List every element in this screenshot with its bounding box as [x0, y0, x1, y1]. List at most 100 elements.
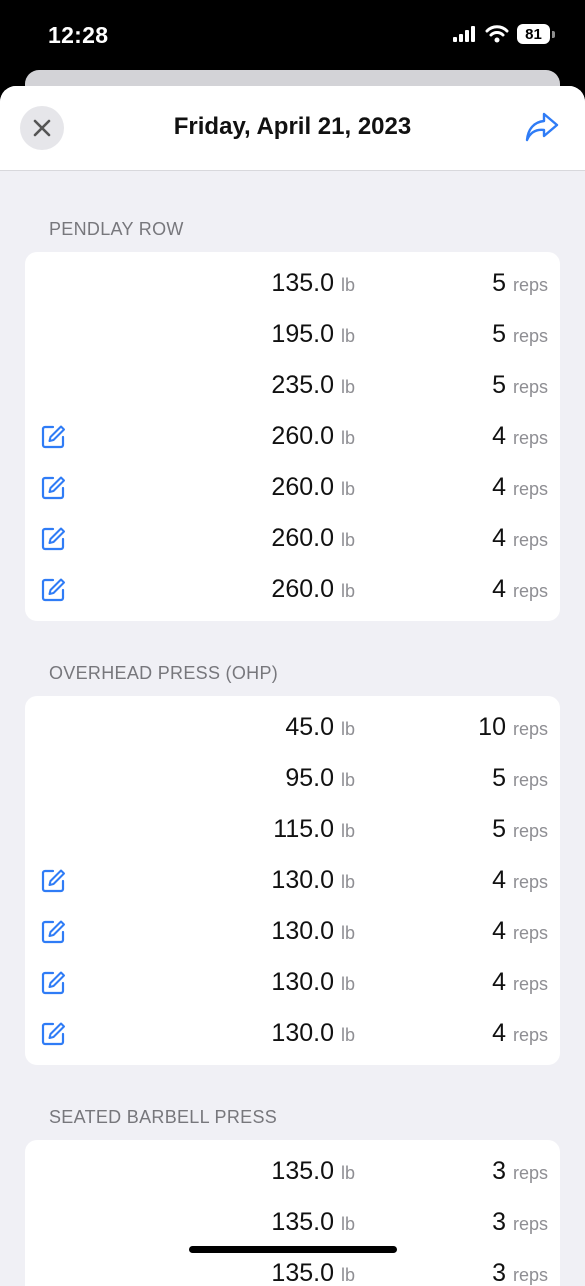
edit-icon: [41, 920, 65, 944]
reps-value: 5: [492, 269, 506, 297]
edit-button[interactable]: [40, 868, 66, 894]
set-row[interactable]: 130.0 lb 4 reps: [25, 1008, 560, 1059]
edit-button[interactable]: [40, 919, 66, 945]
set-row[interactable]: 235.0 lb 5 reps: [25, 360, 560, 411]
edit-icon: [41, 527, 65, 551]
set-row[interactable]: 130.0 lb 4 reps: [25, 855, 560, 906]
weight-unit: lb: [340, 1265, 355, 1285]
status-icons: 81: [453, 24, 555, 44]
set-row[interactable]: 130.0 lb 4 reps: [25, 906, 560, 957]
reps-label: reps: [512, 872, 548, 892]
exercise-name: SEATED BARBELL PRESS: [49, 1107, 278, 1127]
edit-button[interactable]: [40, 526, 66, 552]
set-weight: 135.0 lb: [271, 1157, 355, 1186]
set-row[interactable]: 260.0 lb 4 reps: [25, 411, 560, 462]
set-reps: 3 reps: [492, 1259, 548, 1286]
set-row[interactable]: 135.0 lb 3 reps: [25, 1146, 560, 1197]
weight-unit: lb: [340, 770, 355, 790]
weight-unit: lb: [340, 1025, 355, 1045]
set-reps: 4 reps: [492, 866, 548, 895]
set-reps: 4 reps: [492, 524, 548, 553]
weight-value: 235.0: [271, 371, 334, 399]
weight-unit: lb: [340, 872, 355, 892]
reps-label: reps: [512, 974, 548, 994]
set-row[interactable]: 195.0 lb 5 reps: [25, 309, 560, 360]
set-weight: 130.0 lb: [271, 1019, 355, 1048]
reps-label: reps: [512, 923, 548, 943]
weight-unit: lb: [340, 377, 355, 397]
exercise-section: OVERHEAD PRESS (OHP) 45.0 lb 10 reps 95.0 lb 5 r…: [0, 663, 585, 1065]
status-bar: 12:28 81: [0, 0, 585, 72]
workout-sheet: Friday, April 21, 2023 PENDLAY ROW 135.0 l…: [0, 86, 585, 1286]
weight-value: 260.0: [271, 575, 334, 603]
reps-value: 10: [478, 713, 506, 741]
set-reps: 4 reps: [492, 1019, 548, 1048]
set-weight: 135.0 lb: [271, 1259, 355, 1286]
set-weight: 135.0 lb: [271, 269, 355, 298]
weight-unit: lb: [340, 821, 355, 841]
weight-unit: lb: [340, 530, 355, 550]
reps-value: 5: [492, 815, 506, 843]
reps-label: reps: [512, 719, 548, 739]
edit-button[interactable]: [40, 1021, 66, 1047]
set-row[interactable]: 135.0 lb 3 reps: [25, 1248, 560, 1286]
edit-icon: [41, 1022, 65, 1046]
reps-value: 3: [492, 1259, 506, 1286]
edit-button[interactable]: [40, 577, 66, 603]
set-row[interactable]: 115.0 lb 5 reps: [25, 804, 560, 855]
page-title: Friday, April 21, 2023: [173, 113, 412, 140]
exercise-section: SEATED BARBELL PRESS 135.0 lb 3 reps 135.0 lb 3…: [0, 1107, 585, 1286]
weight-unit: lb: [340, 275, 355, 295]
edit-button[interactable]: [40, 424, 66, 450]
set-row[interactable]: 260.0 lb 4 reps: [25, 462, 560, 513]
status-time: 12:28: [48, 22, 109, 48]
reps-value: 4: [492, 1019, 506, 1047]
set-row[interactable]: 260.0 lb 4 reps: [25, 564, 560, 615]
reps-label: reps: [512, 1025, 548, 1045]
share-button[interactable]: [523, 108, 561, 146]
reps-value: 4: [492, 917, 506, 945]
set-row[interactable]: 135.0 lb 3 reps: [25, 1197, 560, 1248]
set-weight: 130.0 lb: [271, 866, 355, 895]
edit-button[interactable]: [40, 475, 66, 501]
set-row[interactable]: 260.0 lb 4 reps: [25, 513, 560, 564]
reps-label: reps: [512, 377, 548, 397]
reps-value: 4: [492, 422, 506, 450]
weight-value: 260.0: [271, 422, 334, 450]
sets-card: 135.0 lb 3 reps 135.0 lb 3 reps 135.0 lb 3 reps: [25, 1140, 560, 1286]
set-reps: 4 reps: [492, 422, 548, 451]
weight-unit: lb: [340, 1163, 355, 1183]
set-weight: 260.0 lb: [271, 524, 355, 553]
set-reps: 4 reps: [492, 917, 548, 946]
set-reps: 3 reps: [492, 1208, 548, 1237]
set-row[interactable]: 135.0 lb 5 reps: [25, 258, 560, 309]
set-weight: 130.0 lb: [271, 917, 355, 946]
reps-value: 5: [492, 371, 506, 399]
reps-value: 5: [492, 764, 506, 792]
set-reps: 10 reps: [478, 713, 548, 742]
wifi-icon: [485, 25, 509, 43]
set-row[interactable]: 130.0 lb 4 reps: [25, 957, 560, 1008]
edit-button[interactable]: [40, 970, 66, 996]
home-indicator[interactable]: [189, 1246, 397, 1253]
reps-value: 3: [492, 1157, 506, 1185]
set-weight: 45.0 lb: [285, 713, 355, 742]
set-row[interactable]: 45.0 lb 10 reps: [25, 702, 560, 753]
signal-icon: [453, 26, 475, 42]
set-weight: 235.0 lb: [271, 371, 355, 400]
set-reps: 5 reps: [492, 764, 548, 793]
sets-card: 45.0 lb 10 reps 95.0 lb 5 reps 115.0 lb 5 reps 130.0…: [25, 696, 560, 1065]
set-reps: 5 reps: [492, 371, 548, 400]
weight-value: 135.0: [271, 269, 334, 297]
weight-unit: lb: [340, 326, 355, 346]
exercise-name: PENDLAY ROW: [49, 219, 184, 239]
set-weight: 95.0 lb: [285, 764, 355, 793]
set-reps: 4 reps: [492, 473, 548, 502]
reps-value: 4: [492, 473, 506, 501]
set-weight: 260.0 lb: [271, 473, 355, 502]
reps-value: 4: [492, 866, 506, 894]
reps-label: reps: [512, 770, 548, 790]
reps-value: 5: [492, 320, 506, 348]
set-row[interactable]: 95.0 lb 5 reps: [25, 753, 560, 804]
reps-label: reps: [512, 1214, 548, 1234]
